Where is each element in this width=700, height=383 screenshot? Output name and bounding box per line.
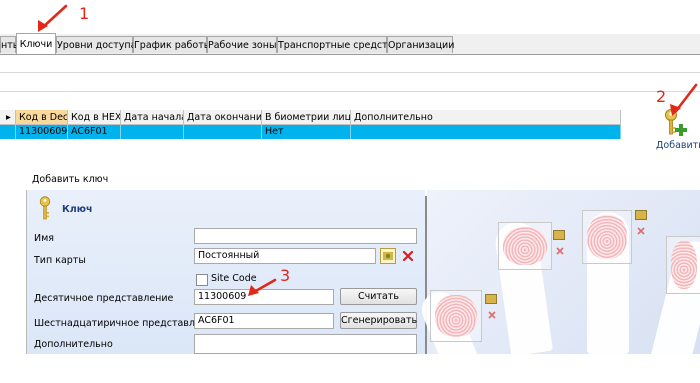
annotation-arrows	[38, 4, 698, 296]
annotation-number-2: 2	[656, 87, 667, 106]
tab-keys[interactable]: Ключи	[16, 33, 56, 54]
annotation-number-3: 3	[280, 266, 291, 285]
annotation-number-1: 1	[79, 4, 90, 23]
